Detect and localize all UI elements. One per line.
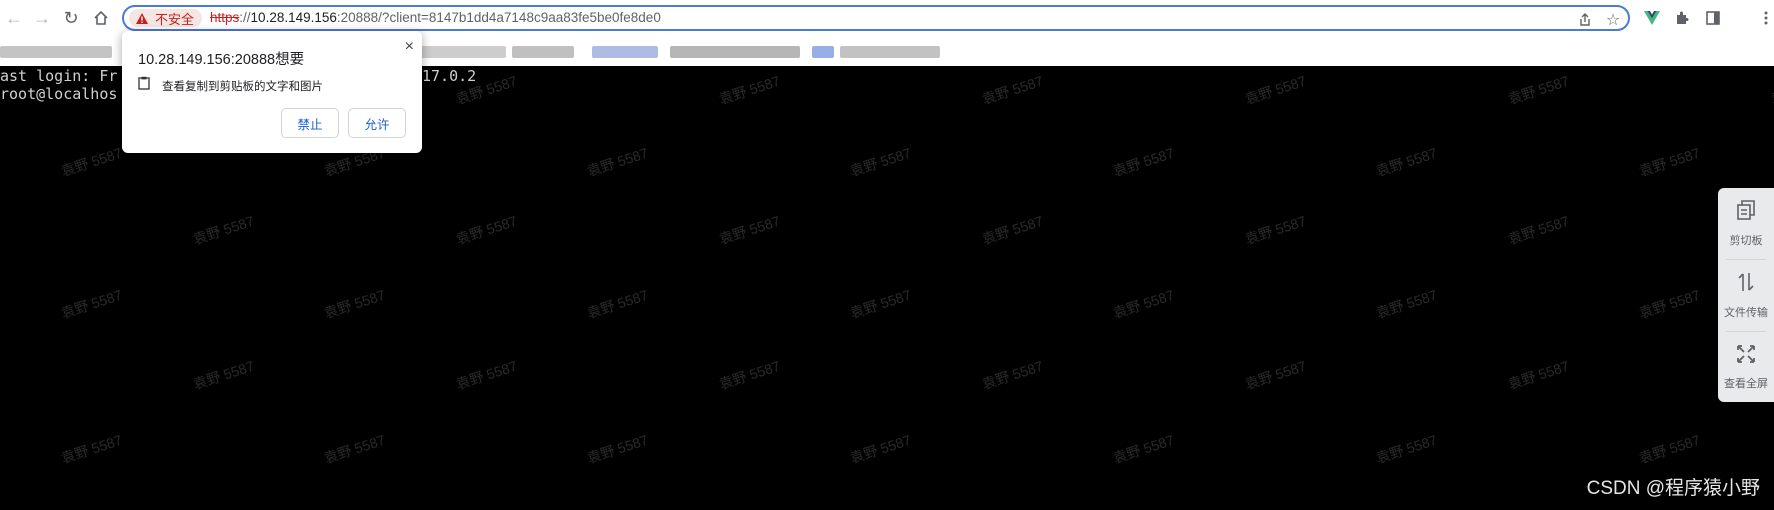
url-separator: :// — [239, 10, 251, 25]
transfer-icon — [1735, 271, 1757, 298]
close-icon[interactable]: × — [405, 38, 414, 56]
warning-icon — [135, 12, 149, 25]
terminal-text: root@localhos — [0, 85, 118, 103]
side-toolbar: 剪切板 文件传输 查看全屏 — [1718, 188, 1774, 402]
forward-icon[interactable]: → — [30, 6, 54, 30]
url-scheme: https — [210, 10, 240, 25]
clipboard-icon — [138, 76, 150, 95]
file-transfer-button[interactable]: 文件传输 — [1718, 260, 1774, 330]
side-item-label: 剪切板 — [1729, 234, 1763, 247]
star-icon[interactable]: ☆ — [1604, 11, 1622, 29]
permission-row: 查看复制到剪贴板的文字和图片 — [138, 76, 323, 95]
url-path: :20888/?client=8147b1dd4a7148c9aa83fe5be… — [336, 10, 661, 25]
fullscreen-button[interactable]: 查看全屏 — [1718, 332, 1774, 402]
menu-icon[interactable] — [1756, 8, 1774, 28]
bookmark-blurred[interactable] — [592, 46, 658, 58]
back-icon[interactable]: ← — [2, 6, 26, 30]
terminal-prompt: root@localhos — [0, 85, 117, 103]
url-host: 10.28.149.156 — [250, 10, 337, 25]
bookmark-blurred[interactable] — [0, 46, 112, 58]
csdn-credit: CSDN @程序猿小野 — [1586, 478, 1760, 499]
terminal-line: ast login: Fr — [0, 67, 117, 85]
address-bar[interactable]: 不安全 https://10.28.149.156:20888/?client=… — [122, 5, 1630, 31]
bookmark-blurred[interactable] — [840, 46, 940, 58]
clipboard-permission-popup: 10.28.149.156:20888想要 × 查看复制到剪贴板的文字和图片 禁… — [122, 31, 422, 153]
terminal-line-tail: 17.0.2 — [422, 67, 476, 85]
bookmark-blurred[interactable] — [512, 46, 574, 58]
bookmark-blurred[interactable] — [812, 46, 834, 58]
fullscreen-icon — [1736, 344, 1756, 369]
security-label: 不安全 — [155, 11, 195, 27]
popup-title: 10.28.149.156:20888想要 — [138, 52, 305, 68]
extensions-icon[interactable] — [1672, 8, 1692, 28]
sidebar-icon[interactable] — [1703, 8, 1723, 28]
vue-devtools-icon[interactable] — [1642, 8, 1662, 28]
clipboard-icon — [1735, 199, 1757, 226]
side-item-label: 文件传输 — [1724, 306, 1768, 319]
terminal-text: 17.0.2 — [422, 67, 477, 85]
reload-icon[interactable]: ↻ — [59, 6, 83, 30]
security-indicator[interactable]: 不安全 — [129, 9, 203, 27]
bookmark-blurred[interactable] — [420, 46, 506, 58]
bookmark-blurred[interactable] — [670, 46, 800, 58]
share-icon[interactable] — [1576, 11, 1594, 29]
permission-text: 查看复制到剪贴板的文字和图片 — [162, 80, 323, 93]
allow-button[interactable]: 允许 — [348, 108, 406, 138]
side-item-label: 查看全屏 — [1724, 377, 1768, 390]
block-button[interactable]: 禁止 — [281, 108, 339, 138]
terminal-text: ast login: Fr — [0, 67, 118, 85]
home-icon[interactable] — [89, 6, 113, 30]
clipboard-button[interactable]: 剪切板 — [1718, 188, 1774, 258]
url-text[interactable]: https://10.28.149.156:20888/?client=8147… — [210, 10, 661, 25]
